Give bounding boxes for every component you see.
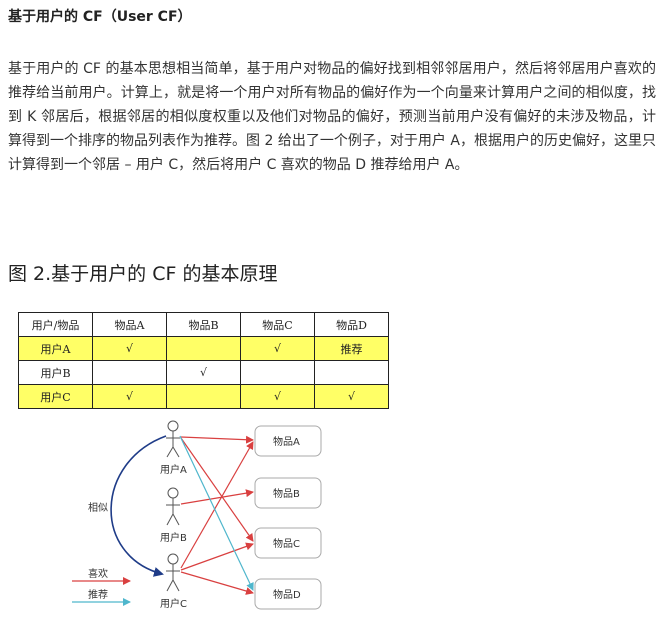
user-c-icon bbox=[166, 553, 180, 592]
like-arrow-c-itemd bbox=[180, 571, 254, 595]
item-a-label: 物品A bbox=[273, 435, 300, 448]
user-a-icon bbox=[166, 420, 180, 458]
item-c-label: 物品C bbox=[273, 537, 300, 550]
item-d-label: 物品D bbox=[273, 588, 301, 601]
similarity-curve bbox=[110, 435, 167, 577]
user-b-icon bbox=[166, 487, 180, 526]
similarity-label: 相似 bbox=[88, 501, 108, 514]
user-b-label: 用户B bbox=[160, 531, 187, 544]
item-b-label: 物品B bbox=[273, 487, 300, 500]
like-arrow-a-itema bbox=[180, 435, 254, 444]
cf-diagram: 用户A 用户B 用户C 物品A 物品B 物品C 物品D 相似 喜欢 推荐 bbox=[72, 420, 322, 610]
user-a-label: 用户A bbox=[160, 463, 187, 476]
legend-like-label: 喜欢 bbox=[88, 567, 108, 580]
user-c-label: 用户C bbox=[160, 597, 187, 610]
like-arrow-a-itemc bbox=[180, 437, 254, 542]
like-arrow-b-itemb bbox=[180, 489, 254, 505]
legend-recommend-label: 推荐 bbox=[88, 588, 108, 601]
